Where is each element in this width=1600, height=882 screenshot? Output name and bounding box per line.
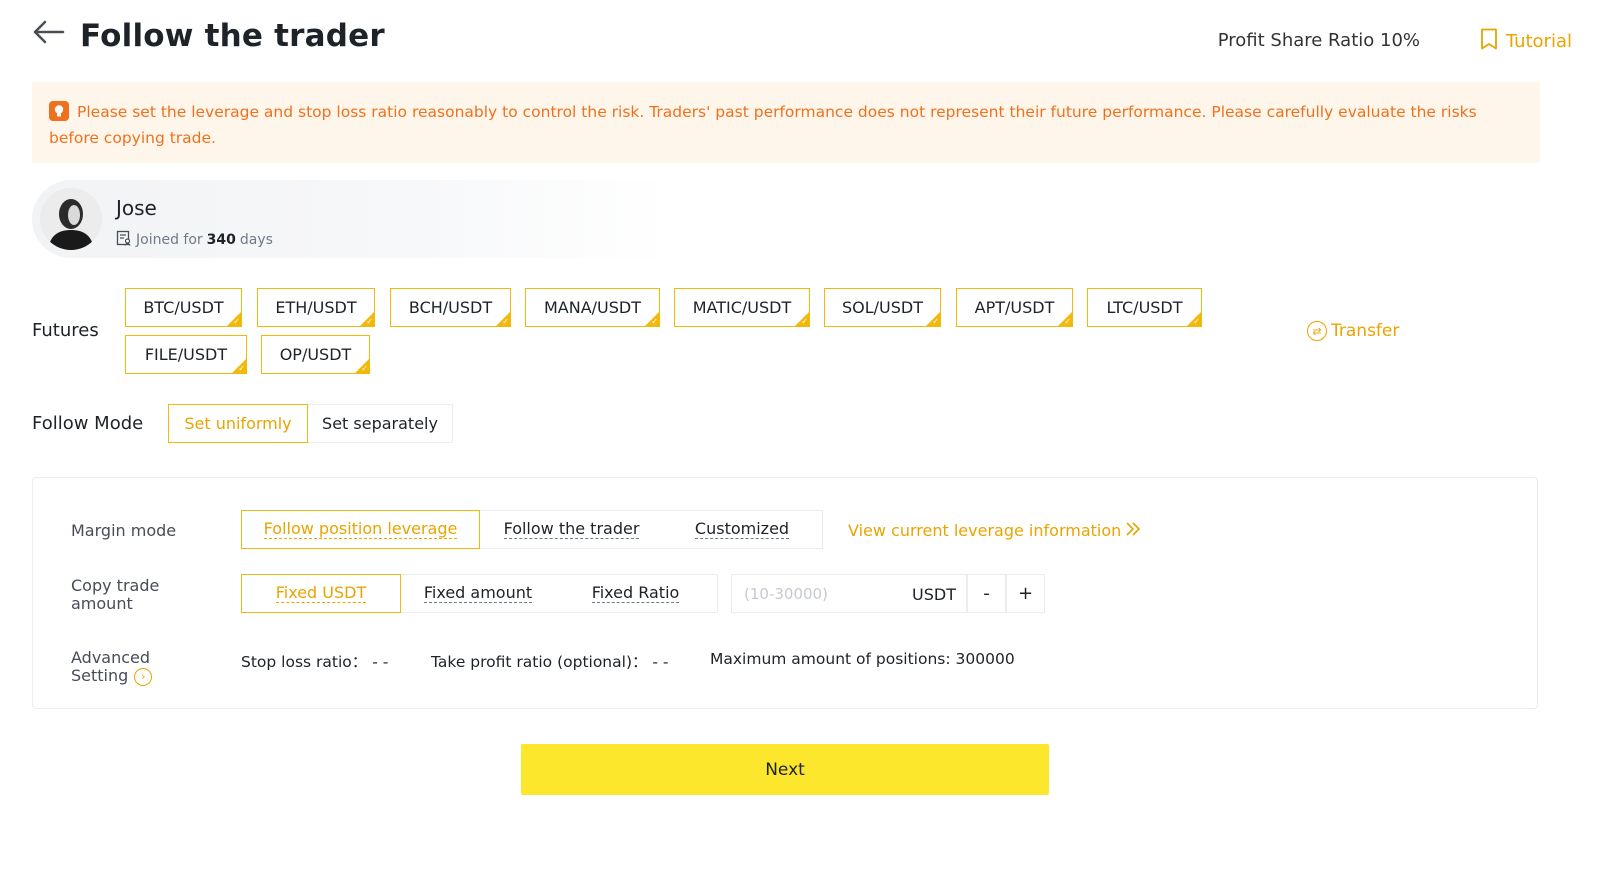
bookmark-icon (1480, 28, 1498, 55)
label-line: Setting (71, 666, 129, 685)
copy-amount-type-selector: Fixed USDT Fixed amount Fixed Ratio (241, 574, 718, 613)
joined-prefix: Joined for (136, 232, 203, 248)
pair-op-usdt[interactable]: OP/USDT ✓ (261, 335, 370, 374)
label-line: Copy trade (71, 576, 160, 595)
next-button[interactable]: Next (521, 744, 1049, 795)
copy-amount-field: USDT (731, 574, 967, 613)
pair-label: LTC/USDT (1106, 298, 1183, 317)
stop-loss-ratio: Stop loss ratio： - - (241, 653, 389, 671)
pair-file-usdt[interactable]: FILE/USDT ✓ (125, 335, 247, 374)
pair-label: BCH/USDT (408, 298, 493, 317)
tutorial-label: Tutorial (1505, 31, 1572, 52)
label-line: amount (71, 594, 133, 613)
option-label: Follow the trader (503, 519, 640, 539)
pair-bch-usdt[interactable]: BCH/USDT ✓ (390, 288, 511, 327)
amount-unit: USDT (912, 585, 956, 604)
pair-ltc-usdt[interactable]: LTC/USDT ✓ (1087, 288, 1202, 327)
futures-label: Futures (32, 320, 99, 341)
margin-mode-selector: Follow position leverage Follow the trad… (241, 510, 823, 549)
pair-eth-usdt[interactable]: ETH/USDT ✓ (257, 288, 375, 327)
risk-warning-banner: Please set the leverage and stop loss ra… (32, 82, 1540, 163)
pair-sol-usdt[interactable]: SOL/USDT ✓ (824, 288, 941, 327)
pair-matic-usdt[interactable]: MATIC/USDT ✓ (674, 288, 810, 327)
pair-label: APT/USDT (974, 298, 1055, 317)
fixed-ratio-option[interactable]: Fixed Ratio (556, 575, 715, 612)
copy-settings-panel: Margin mode Follow position leverage Fol… (32, 477, 1538, 709)
transfer-link[interactable]: ⇄ Transfer (1307, 321, 1399, 341)
pair-label: BTC/USDT (143, 298, 224, 317)
follow-position-leverage-option[interactable]: Follow position leverage (241, 510, 480, 549)
decrement-button[interactable]: - (967, 574, 1006, 613)
joined-suffix: days (239, 232, 273, 248)
option-label: Fixed amount (423, 583, 533, 603)
risk-warning-text: Please set the leverage and stop loss ra… (49, 103, 1477, 147)
trader-avatar (40, 188, 102, 250)
pair-label: OP/USDT (279, 345, 352, 364)
increment-button[interactable]: + (1006, 574, 1045, 613)
expand-chevron-icon[interactable]: › (134, 667, 153, 686)
transfer-icon: ⇄ (1307, 321, 1327, 341)
pair-apt-usdt[interactable]: APT/USDT ✓ (956, 288, 1073, 327)
set-uniformly-button[interactable]: Set uniformly (168, 404, 308, 443)
option-label: Fixed USDT (275, 583, 367, 603)
page-header: Follow the trader Profit Share Ratio 10%… (32, 18, 1572, 62)
follow-the-trader-option[interactable]: Follow the trader (479, 511, 664, 548)
margin-mode-label: Margin mode (71, 521, 177, 540)
back-arrow-icon[interactable] (32, 18, 66, 50)
max-positions-amount: Maximum amount of positions: 300000 (710, 650, 1015, 668)
follow-mode-toggle: Set uniformly Set separately (168, 404, 453, 443)
option-label: Fixed Ratio (591, 583, 680, 603)
joined-info: Joined for 340 days (116, 230, 273, 250)
copy-trade-amount-label: Copy trade amount (71, 577, 159, 613)
pair-label: ETH/USDT (275, 298, 357, 317)
transfer-label: Transfer (1331, 321, 1400, 341)
follow-mode-label: Follow Mode (32, 413, 144, 434)
trader-card: Jose Joined for 340 days (32, 180, 672, 258)
pair-label: MATIC/USDT (692, 298, 792, 317)
fixed-usdt-option[interactable]: Fixed USDT (241, 574, 401, 613)
double-chevron-right-icon (1125, 521, 1141, 540)
option-label: Customized (694, 519, 790, 539)
label-line: Advanced (71, 648, 151, 667)
pair-label: SOL/USDT (841, 298, 923, 317)
pair-mana-usdt[interactable]: MANA/USDT ✓ (525, 288, 660, 327)
pair-label: MANA/USDT (543, 298, 641, 317)
fixed-amount-option[interactable]: Fixed amount (400, 575, 556, 612)
take-profit-ratio: Take profit ratio (optional)： - - (431, 653, 669, 671)
link-label: View current leverage information (848, 521, 1122, 540)
pair-label: FILE/USDT (144, 345, 228, 364)
view-leverage-info-link[interactable]: View current leverage information (848, 521, 1141, 540)
profit-share-ratio: Profit Share Ratio 10% (1217, 30, 1420, 51)
option-label: Follow position leverage (263, 519, 458, 539)
tutorial-link[interactable]: Tutorial (1480, 28, 1572, 55)
customized-option[interactable]: Customized (664, 511, 820, 548)
pair-btc-usdt[interactable]: BTC/USDT ✓ (125, 288, 242, 327)
advanced-setting-label: Advanced Setting › (71, 648, 153, 686)
page-title: Follow the trader (80, 18, 385, 54)
copy-amount-input[interactable] (732, 584, 892, 603)
calendar-user-icon (116, 230, 132, 250)
trader-name: Jose (116, 196, 157, 220)
set-separately-button[interactable]: Set separately (308, 404, 453, 443)
joined-days: 340 (206, 232, 236, 248)
